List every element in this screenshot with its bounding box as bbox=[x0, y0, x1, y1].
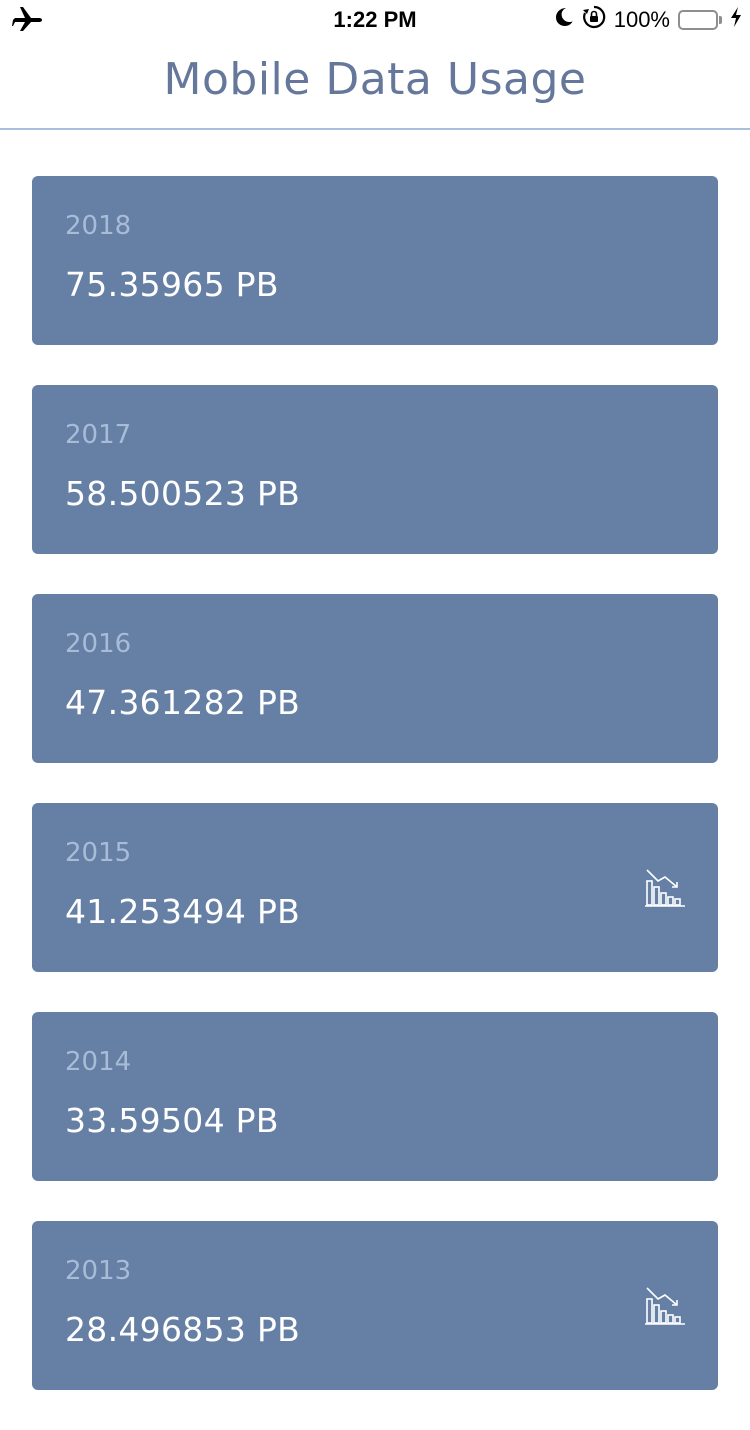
card-volume: 28.496853 PB bbox=[65, 1310, 301, 1349]
card-volume: 58.500523 PB bbox=[65, 474, 301, 513]
usage-card[interactable]: 2014 33.59504 PB bbox=[32, 1012, 718, 1181]
usage-card[interactable]: 2015 41.253494 PB bbox=[32, 803, 718, 972]
card-volume: 75.35965 PB bbox=[65, 265, 279, 304]
card-year: 2017 bbox=[65, 420, 132, 450]
battery-icon bbox=[678, 10, 722, 30]
battery-percent: 100% bbox=[613, 7, 670, 32]
card-year: 2015 bbox=[65, 838, 132, 868]
decrease-chart-icon[interactable] bbox=[644, 1285, 686, 1327]
moon-icon bbox=[554, 6, 574, 34]
charging-bolt-icon bbox=[730, 6, 742, 34]
page-title: Mobile Data Usage bbox=[163, 54, 587, 105]
usage-list[interactable]: 2018 75.35965 PB 2017 58.500523 PB 2016 47.36… bbox=[32, 176, 718, 1430]
card-volume: 47.361282 PB bbox=[65, 683, 301, 722]
card-volume: 41.253494 PB bbox=[65, 892, 301, 931]
status-right-group: 100% bbox=[554, 5, 742, 35]
usage-card[interactable]: 2018 75.35965 PB bbox=[32, 176, 718, 345]
usage-card[interactable]: 2016 47.361282 PB bbox=[32, 594, 718, 763]
usage-card[interactable]: 2013 28.496853 PB bbox=[32, 1221, 718, 1390]
status-bar: 1:22 PM 100% bbox=[0, 0, 750, 40]
decrease-chart-icon[interactable] bbox=[644, 867, 686, 909]
card-year: 2016 bbox=[65, 629, 132, 659]
usage-card[interactable]: 2017 58.500523 PB bbox=[32, 385, 718, 554]
nav-divider bbox=[0, 128, 750, 130]
orientation-lock-icon bbox=[582, 5, 606, 35]
card-year: 2013 bbox=[65, 1256, 132, 1286]
card-volume: 33.59504 PB bbox=[65, 1101, 279, 1140]
card-year: 2014 bbox=[65, 1047, 132, 1077]
card-year: 2018 bbox=[65, 211, 132, 241]
